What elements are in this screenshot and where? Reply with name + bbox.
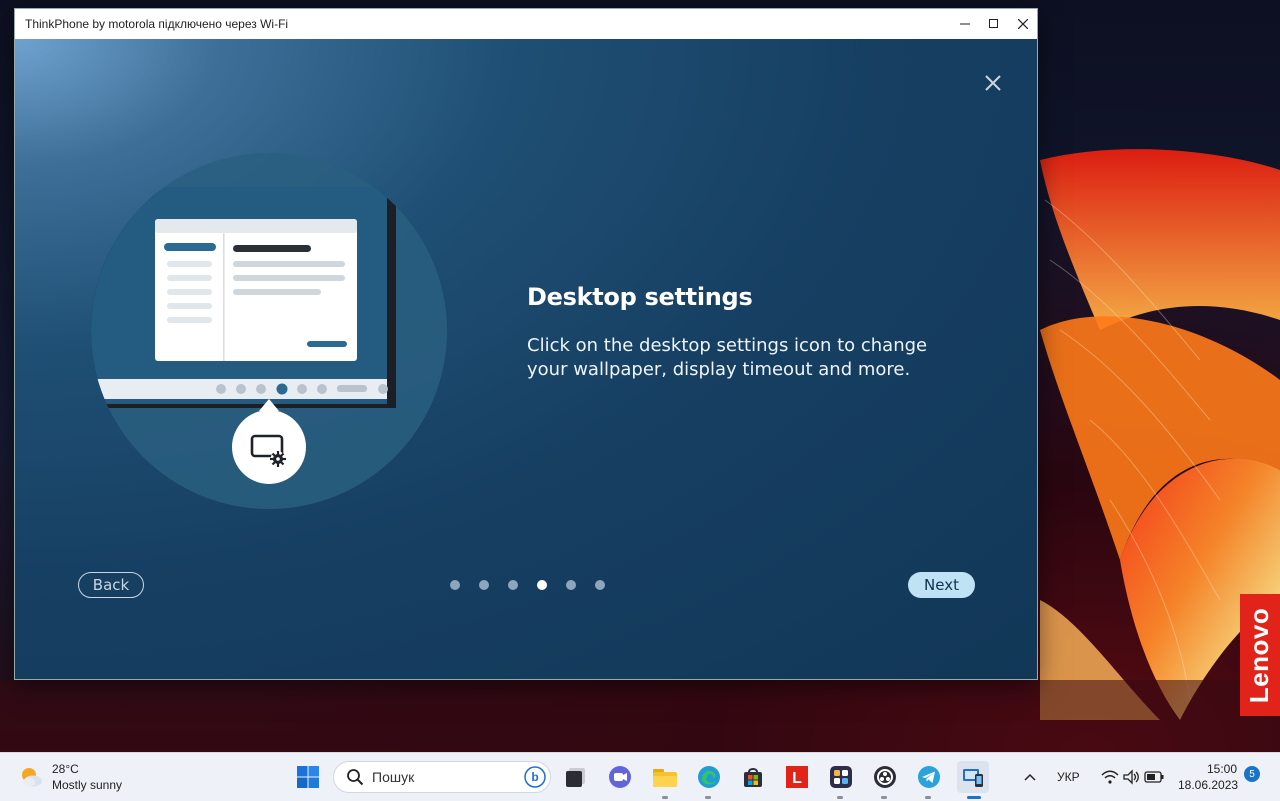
svg-text:L: L [792, 770, 802, 787]
show-hidden-icons-button[interactable] [1016, 763, 1044, 791]
lenovo-logo-text: Lenovo [1244, 607, 1275, 703]
onboarding-heading: Desktop settings [527, 283, 753, 311]
store-icon [744, 768, 762, 787]
next-button[interactable]: Next [908, 572, 975, 598]
edge-browser-button[interactable] [695, 763, 723, 791]
telegram-icon [918, 766, 940, 788]
notification-count-badge[interactable]: 5 [1244, 766, 1260, 782]
close-window-button[interactable] [1008, 9, 1037, 39]
app-grid-icon [830, 766, 852, 788]
minimize-icon [959, 23, 970, 25]
windows-start-icon [297, 766, 319, 788]
obs-icon [874, 766, 896, 788]
page-dot-1[interactable] [450, 580, 460, 590]
phone-link-button[interactable] [957, 761, 989, 793]
page-dot-2[interactable] [479, 580, 489, 590]
lenovo-logo: Lenovo [1240, 594, 1280, 716]
bing-chat-icon[interactable]: b [524, 766, 546, 788]
clock-date[interactable]: 18.06.2023 [1178, 778, 1238, 792]
telegram-button[interactable] [915, 763, 943, 791]
search-placeholder: Пошук [372, 769, 415, 785]
close-onboarding-button[interactable] [983, 73, 1003, 93]
page-dot-4-active[interactable] [537, 580, 547, 590]
chevron-up-icon [1024, 773, 1036, 781]
minimize-button[interactable] [950, 9, 979, 39]
page-indicator [450, 580, 605, 590]
page-dot-5[interactable] [566, 580, 576, 590]
teams-chat-button[interactable] [606, 763, 634, 791]
back-button[interactable]: Back [78, 572, 144, 598]
onboarding-description: Click on the desktop settings icon to ch… [527, 335, 928, 380]
sun-cloud-icon [22, 768, 42, 787]
speaker-icon [1123, 769, 1139, 785]
taskbar: 28°C Mostly sunny Пошук b L УКР 15:00 18… [0, 752, 1280, 801]
microsoft-store-button[interactable] [739, 763, 767, 791]
battery-button[interactable] [1140, 763, 1168, 791]
start-button[interactable] [294, 763, 322, 791]
task-view-button[interactable] [562, 763, 590, 791]
clock-time[interactable]: 15:00 [1207, 762, 1237, 776]
window-title: ThinkPhone by motorola підключено через … [25, 17, 289, 31]
running-indicator [881, 796, 887, 799]
phone-link-window: ThinkPhone by motorola підключено через … [14, 8, 1038, 680]
lenovo-l-icon: L [786, 766, 808, 788]
weather-temperature: 28°C [52, 762, 79, 776]
running-indicator [837, 796, 843, 799]
page-dot-3[interactable] [508, 580, 518, 590]
search-icon [347, 769, 364, 786]
maximize-icon [988, 19, 998, 28]
close-icon [1017, 19, 1028, 29]
battery-icon [1144, 771, 1164, 783]
svg-text:b: b [531, 770, 538, 784]
close-icon [985, 75, 1001, 91]
page-dot-6[interactable] [595, 580, 605, 590]
window-titlebar[interactable]: ThinkPhone by motorola підключено через … [15, 9, 1037, 39]
weather-widget[interactable]: 28°C Mostly sunny [18, 761, 122, 793]
search-box[interactable]: Пошук b [333, 761, 551, 793]
file-explorer-button[interactable] [651, 763, 679, 791]
lenovo-vantage-button[interactable]: L [783, 763, 811, 791]
phone-link-icon [963, 769, 983, 787]
app-grid-button[interactable] [827, 763, 855, 791]
task-view-icon [566, 768, 585, 787]
weather-description: Mostly sunny [52, 778, 123, 792]
obs-button[interactable] [871, 763, 899, 791]
running-indicator [925, 796, 931, 799]
onboarding-panel: Desktop settings Click on the desktop se… [15, 39, 1037, 679]
window-controls [950, 9, 1037, 39]
running-indicator [705, 796, 711, 799]
running-indicator [662, 796, 668, 799]
file-explorer-icon [653, 769, 677, 787]
edge-icon [698, 766, 720, 788]
desktop-settings-illustration [91, 153, 447, 509]
input-language[interactable]: УКР [1057, 770, 1080, 784]
active-indicator [967, 796, 981, 799]
chat-icon [609, 766, 631, 788]
maximize-button[interactable] [979, 9, 1008, 39]
